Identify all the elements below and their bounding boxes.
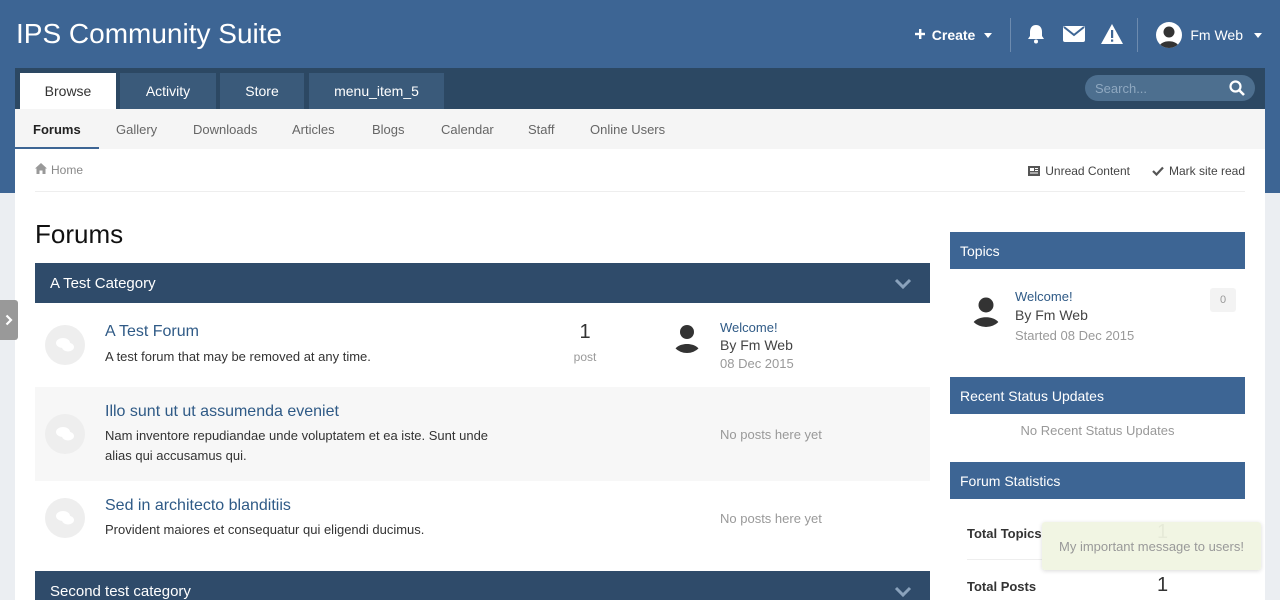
site-title[interactable]: IPS Community Suite	[16, 18, 282, 50]
no-posts-text: No posts here yet	[720, 427, 822, 442]
subnav-blogs[interactable]: Blogs	[372, 109, 405, 149]
check-icon	[1152, 166, 1164, 176]
no-posts-text: No posts here yet	[720, 511, 822, 526]
divider	[35, 191, 1245, 192]
caret-down-icon	[984, 32, 993, 38]
avatar[interactable]	[968, 291, 1004, 327]
warning-icon	[1101, 23, 1124, 47]
search-icon[interactable]	[1229, 80, 1245, 99]
topic-date: Started 08 Dec 2015	[1015, 328, 1135, 343]
topics-widget-header: Topics	[950, 232, 1245, 269]
secondary-nav: Forums Gallery Downloads Articles Blogs …	[15, 109, 1265, 149]
breadcrumb-actions: Unread Content Mark site read	[1028, 164, 1245, 178]
forum-row: Sed in architecto blanditiis Provident m…	[35, 481, 930, 557]
create-button[interactable]: Create	[914, 27, 993, 43]
topic-author[interactable]: By Fm Web	[1015, 307, 1088, 323]
forum-description: Nam inventore repudiandae unde voluptate…	[105, 428, 489, 463]
announcement-toast[interactable]: My important message to users!	[1042, 522, 1261, 570]
total-posts-value: 1	[1156, 574, 1169, 596]
last-post-title[interactable]: Welcome!	[720, 320, 778, 335]
subnav-downloads[interactable]: Downloads	[193, 109, 257, 149]
status-widget-header: Recent Status Updates	[950, 377, 1245, 414]
plus-icon	[914, 27, 926, 43]
chat-bubbles-icon	[56, 427, 74, 441]
total-topics-label: Total Topics	[967, 526, 1042, 541]
post-count: 1	[579, 321, 591, 343]
chat-bubbles-icon	[56, 338, 74, 352]
messages-button[interactable]	[1055, 18, 1093, 52]
primary-nav: Browse Activity Store menu_item_5	[15, 68, 1265, 109]
category-title: Second test category	[50, 582, 191, 600]
forum-icon	[45, 498, 85, 538]
search-input[interactable]	[1095, 80, 1215, 96]
breadcrumb-home[interactable]: Home	[51, 163, 83, 177]
breadcrumb: Home	[35, 163, 83, 177]
post-count-label: post	[573, 350, 597, 364]
page-title: Forums	[35, 219, 124, 249]
subnav-calendar[interactable]: Calendar	[441, 109, 494, 149]
home-icon	[35, 163, 47, 177]
forum-description: A test forum that may be removed at any …	[105, 349, 371, 364]
reports-button[interactable]	[1093, 18, 1131, 52]
forum-row: A Test Forum A test forum that may be re…	[35, 303, 930, 387]
tab-browse[interactable]: Browse	[20, 73, 116, 109]
forum-description: Provident maiores et consequatur qui eli…	[105, 522, 425, 537]
forum-row: Illo sunt ut ut assumenda eveniet Nam in…	[35, 387, 930, 481]
forum-icon	[45, 325, 85, 365]
category-header[interactable]: Second test category	[35, 571, 930, 600]
chevron-right-icon	[5, 314, 13, 326]
forum-title[interactable]: Sed in architecto blanditiis	[105, 497, 291, 515]
sidebar-toggle[interactable]	[0, 300, 18, 340]
subnav-forums[interactable]: Forums	[15, 109, 99, 149]
chevron-down-icon[interactable]	[894, 585, 912, 600]
subnav-gallery[interactable]: Gallery	[116, 109, 157, 149]
subnav-online-users[interactable]: Online Users	[590, 109, 665, 149]
last-post-author[interactable]: By Fm Web	[720, 337, 793, 353]
category-header[interactable]: A Test Category	[35, 263, 930, 303]
notifications-button[interactable]	[1017, 18, 1055, 52]
forum-title[interactable]: Illo sunt ut ut assumenda eveniet	[105, 403, 339, 421]
tab-store[interactable]: Store	[220, 73, 304, 109]
topic-title[interactable]: Welcome!	[1015, 289, 1073, 304]
forum-title[interactable]: A Test Forum	[105, 323, 199, 341]
create-label: Create	[931, 27, 976, 43]
envelope-icon	[1063, 25, 1086, 45]
category-title: A Test Category	[50, 274, 156, 292]
mark-site-read-label: Mark site read	[1168, 164, 1245, 178]
forum-icon	[45, 414, 85, 454]
avatar[interactable]	[670, 319, 704, 353]
last-post-date: 08 Dec 2015	[720, 356, 794, 371]
tab-menu-item-5[interactable]: menu_item_5	[309, 73, 444, 109]
stats-widget-header: Forum Statistics	[950, 462, 1245, 499]
user-name: Fm Web	[1190, 27, 1243, 43]
caret-down-icon	[1254, 32, 1262, 38]
mark-site-read-link[interactable]: Mark site read	[1152, 164, 1245, 178]
user-bar: Create Fm Web	[914, 18, 1280, 52]
unread-content-label: Unread Content	[1045, 164, 1130, 178]
subnav-articles[interactable]: Articles	[292, 109, 335, 149]
chevron-down-icon[interactable]	[894, 277, 912, 294]
subnav-staff[interactable]: Staff	[528, 109, 555, 149]
chat-bubbles-icon	[56, 511, 74, 525]
unread-content-link[interactable]: Unread Content	[1028, 164, 1130, 178]
search-box	[1085, 75, 1255, 101]
user-menu[interactable]: Fm Web	[1138, 22, 1280, 48]
no-status-text: No Recent Status Updates	[1020, 423, 1175, 438]
total-posts-label: Total Posts	[967, 579, 1037, 594]
bell-icon	[1027, 24, 1045, 47]
tab-activity[interactable]: Activity	[120, 73, 216, 109]
reply-count-badge: 0	[1210, 288, 1236, 312]
divider	[1010, 18, 1012, 52]
newspaper-icon	[1028, 166, 1041, 176]
avatar	[1156, 22, 1183, 48]
